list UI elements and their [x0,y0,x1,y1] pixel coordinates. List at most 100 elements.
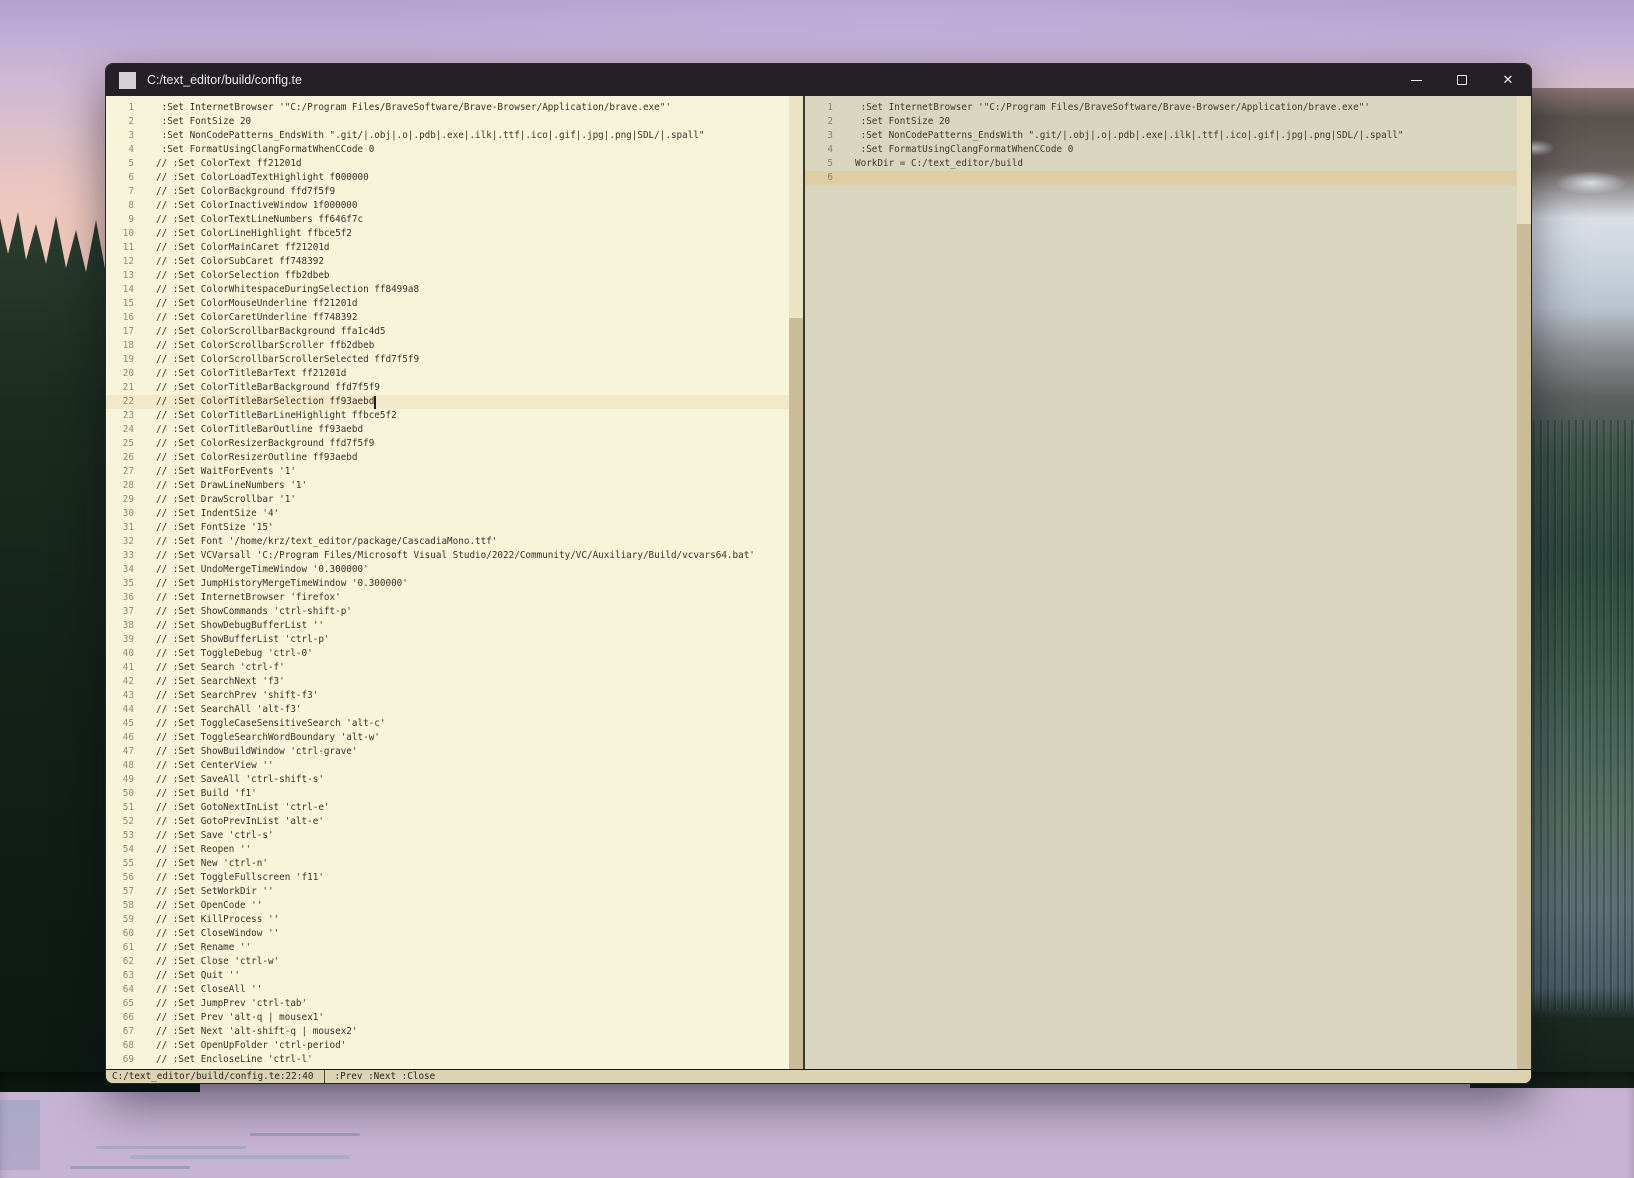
code-line[interactable]: 61// :Set Rename '' [106,941,789,955]
code-line[interactable]: 67// :Set Next 'alt-shift-q | mousex2' [106,1025,789,1039]
line-number: 10 [106,227,134,241]
code-line[interactable]: 10// :Set ColorLineHighlight ffbce5f2 [106,227,789,241]
code-line[interactable]: 31// :Set FontSize '15' [106,521,789,535]
code-line[interactable]: 52// :Set GotoPrevInList 'alt-e' [106,815,789,829]
line-number: 41 [106,661,134,675]
code-line[interactable]: 43// :Set SearchPrev 'shift-f3' [106,689,789,703]
code-line[interactable]: 25// :Set ColorResizerBackground ffd7f5f… [106,437,789,451]
code-line[interactable]: 23// :Set ColorTitleBarLineHighlight ffb… [106,409,789,423]
line-number: 66 [106,1011,134,1025]
code-line[interactable]: 49// :Set SaveAll 'ctrl-shift-s' [106,773,789,787]
code-line[interactable]: 53// :Set Save 'ctrl-s' [106,829,789,843]
code-line[interactable]: 69// :Set EncloseLine 'ctrl-l' [106,1053,789,1067]
code-line[interactable]: 24// :Set ColorTitleBarOutline ff93aebd [106,423,789,437]
code-line[interactable]: 36// :Set InternetBrowser 'firefox' [106,591,789,605]
scrollbar-left[interactable] [789,96,803,1069]
code-line[interactable]: 22// :Set ColorTitleBarSelection ff93aeb… [106,395,789,409]
code-line[interactable]: 11// :Set ColorMainCaret ff21201d [106,241,789,255]
code-line[interactable]: 46// :Set ToggleSearchWordBoundary 'alt-… [106,731,789,745]
code-line[interactable]: 33// :Set VCVarsall 'C:/Program Files/Mi… [106,549,789,563]
code-line[interactable]: 3 :Set NonCodePatterns_EndsWith ".git/|.… [805,129,1517,143]
code-line[interactable]: 41// :Set Search 'ctrl-f' [106,661,789,675]
code-line[interactable]: 4 :Set FormatUsingClangFormatWhenCCode 0 [106,143,789,157]
code-line[interactable]: 44// :Set SearchAll 'alt-f3' [106,703,789,717]
code-line[interactable]: 26// :Set ColorResizerOutline ff93aebd [106,451,789,465]
code-line[interactable]: 5WorkDir = C:/text_editor/build [805,157,1517,171]
code-line[interactable]: 20// :Set ColorTitleBarText ff21201d [106,367,789,381]
code-line[interactable]: 39// :Set ShowBufferList 'ctrl-p' [106,633,789,647]
scrollbar-thumb-right[interactable] [1517,96,1531,224]
maximize-button[interactable] [1439,64,1485,96]
editor-pane-inactive[interactable]: 1 :Set InternetBrowser '"C:/Program File… [805,96,1531,1069]
code-line[interactable]: 15// :Set ColorMouseUnderline ff21201d [106,297,789,311]
code-line[interactable]: 68// :Set OpenUpFolder 'ctrl-period' [106,1039,789,1053]
code-line[interactable]: 60// :Set CloseWindow '' [106,927,789,941]
code-line[interactable]: 40// :Set ToggleDebug 'ctrl-0' [106,647,789,661]
code-line[interactable]: 50// :Set Build 'f1' [106,787,789,801]
code-line[interactable]: 56// :Set ToggleFullscreen 'f11' [106,871,789,885]
code-line[interactable]: 30// :Set IndentSize '4' [106,507,789,521]
code-line[interactable]: 6// :Set ColorLoadTextHighlight f000000 [106,171,789,185]
minimize-button[interactable] [1393,64,1439,96]
status-commands[interactable]: :Prev :Next :Close [325,1071,436,1082]
code-line[interactable]: 47// :Set ShowBuildWindow 'ctrl-grave' [106,745,789,759]
line-number: 47 [106,745,134,759]
close-button[interactable]: ✕ [1485,64,1531,96]
code-line[interactable]: 54// :Set Reopen '' [106,843,789,857]
line-number: 24 [106,423,134,437]
line-number: 59 [106,913,134,927]
code-line[interactable]: 42// :Set SearchNext 'f3' [106,675,789,689]
code-line[interactable]: 5// :Set ColorText ff21201d [106,157,789,171]
code-line[interactable]: 34// :Set UndoMergeTimeWindow '0.300000' [106,563,789,577]
line-text: // :Set JumpHistoryMergeTimeWindow '0.30… [134,577,408,591]
code-line[interactable]: 63// :Set Quit '' [106,969,789,983]
code-line[interactable]: 62// :Set Close 'ctrl-w' [106,955,789,969]
code-line[interactable]: 37// :Set ShowCommands 'ctrl-shift-p' [106,605,789,619]
code-line[interactable]: 6 [805,171,1531,185]
code-line[interactable]: 4 :Set FormatUsingClangFormatWhenCCode 0 [805,143,1517,157]
code-line[interactable]: 8// :Set ColorInactiveWindow 1f000000 [106,199,789,213]
line-text: // :Set ColorMouseUnderline ff21201d [134,297,358,311]
code-line[interactable]: 18// :Set ColorScrollbarScroller ffb2dbe… [106,339,789,353]
line-text: // :Set ColorWhitespaceDuringSelection f… [134,283,419,297]
editor-pane-active[interactable]: 1 :Set InternetBrowser '"C:/Program File… [106,96,803,1069]
code-line[interactable]: 2 :Set FontSize 20 [805,115,1517,129]
code-line[interactable]: 64// :Set CloseAll '' [106,983,789,997]
code-line[interactable]: 9// :Set ColorTextLineNumbers ff646f7c [106,213,789,227]
line-number: 51 [106,801,134,815]
code-line[interactable]: 14// :Set ColorWhitespaceDuringSelection… [106,283,789,297]
title-bar[interactable]: C:/text_editor/build/config.te ✕ [106,64,1531,96]
code-line[interactable]: 57// :Set SetWorkDir '' [106,885,789,899]
code-line[interactable]: 55// :Set New 'ctrl-n' [106,857,789,871]
scrollbar-right[interactable] [1517,96,1531,1069]
code-line[interactable]: 27// :Set WaitForEvents '1' [106,465,789,479]
code-line[interactable]: 28// :Set DrawLineNumbers '1' [106,479,789,493]
code-line[interactable]: 45// :Set ToggleCaseSensitiveSearch 'alt… [106,717,789,731]
line-number: 18 [106,339,134,353]
code-line[interactable]: 3 :Set NonCodePatterns_EndsWith ".git/|.… [106,129,789,143]
code-line[interactable]: 13// :Set ColorSelection ffb2dbeb [106,269,789,283]
code-line[interactable]: 58// :Set OpenCode '' [106,899,789,913]
code-line[interactable]: 17// :Set ColorScrollbarBackground ffa1c… [106,325,789,339]
code-line[interactable]: 32// :Set Font '/home/krz/text_editor/pa… [106,535,789,549]
code-line[interactable]: 19// :Set ColorScrollbarScrollerSelected… [106,353,789,367]
code-line[interactable]: 1 :Set InternetBrowser '"C:/Program File… [805,101,1517,115]
code-line[interactable]: 48// :Set CenterView '' [106,759,789,773]
code-line[interactable]: 7// :Set ColorBackground ffd7f5f9 [106,185,789,199]
code-line[interactable]: 66// :Set Prev 'alt-q | mousex1' [106,1011,789,1025]
code-line[interactable]: 59// :Set KillProcess '' [106,913,789,927]
status-bar: C:/text_editor/build/config.te:22:40 :Pr… [106,1069,1531,1083]
code-line[interactable]: 35// :Set JumpHistoryMergeTimeWindow '0.… [106,577,789,591]
code-line[interactable]: 2 :Set FontSize 20 [106,115,789,129]
code-line[interactable]: 21// :Set ColorTitleBarBackground ffd7f5… [106,381,789,395]
code-line[interactable]: 38// :Set ShowDebugBufferList '' [106,619,789,633]
maximize-icon [1457,75,1467,85]
code-line[interactable]: 29// :Set DrawScrollbar '1' [106,493,789,507]
code-line[interactable]: 65// :Set JumpPrev 'ctrl-tab' [106,997,789,1011]
line-text: // :Set Next 'alt-shift-q | mousex2' [134,1025,358,1039]
code-line[interactable]: 1 :Set InternetBrowser '"C:/Program File… [106,101,789,115]
code-line[interactable]: 16// :Set ColorCaretUnderline ff748392 [106,311,789,325]
scrollbar-thumb-left[interactable] [789,96,803,318]
code-line[interactable]: 12// :Set ColorSubCaret ff748392 [106,255,789,269]
code-line[interactable]: 51// :Set GotoNextInList 'ctrl-e' [106,801,789,815]
